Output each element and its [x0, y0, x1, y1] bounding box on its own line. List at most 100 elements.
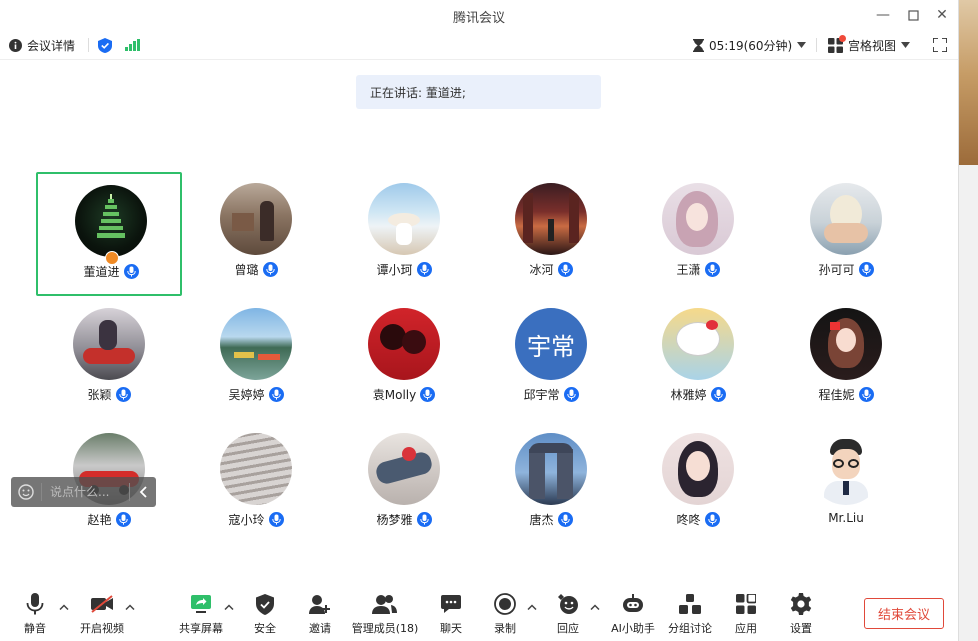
minimize-icon[interactable]: —: [873, 5, 893, 25]
glasses-man-avatar: [810, 433, 882, 505]
security-label: 安全: [254, 622, 276, 635]
security-button[interactable]: 安全: [235, 591, 295, 636]
participant-tile[interactable]: 袁Molly: [331, 297, 477, 421]
microphone-status-icon: [704, 512, 720, 527]
timer-text: 05:19(60分钟): [709, 38, 793, 53]
participant-tile[interactable]: 冰河: [478, 172, 624, 296]
record-label: 录制: [494, 622, 516, 635]
participant-name: 邱宇常: [523, 388, 560, 402]
microphone-icon: [26, 591, 44, 617]
participant-tile[interactable]: 林雅婷: [625, 297, 771, 421]
participant-tile[interactable]: 王潇: [625, 172, 771, 296]
record-options-chevron-icon[interactable]: [526, 601, 538, 613]
mute-button[interactable]: 静音: [5, 591, 65, 636]
participant-tile[interactable]: 寇小玲: [183, 422, 329, 546]
share-options-chevron-icon[interactable]: [223, 601, 235, 613]
divider: [88, 38, 89, 52]
participant-tile[interactable]: 杨梦雅: [331, 422, 477, 546]
arch-gate-avatar: [515, 433, 587, 505]
record-button[interactable]: 录制: [475, 591, 535, 636]
members-icon: [372, 591, 398, 617]
participant-tile[interactable]: 曾璐: [183, 172, 329, 296]
participant-tile[interactable]: 宇常 邱宇常: [478, 297, 624, 421]
microphone-status-icon: [262, 262, 278, 277]
participant-name-row: 杨梦雅: [331, 511, 477, 528]
meeting-info-button[interactable]: 会议详情: [9, 30, 75, 60]
fullscreen-icon[interactable]: [933, 30, 947, 60]
breakout-icon: [679, 591, 701, 617]
microphone-status-icon: [115, 387, 131, 402]
participant-tile[interactable]: Mr.Liu: [773, 422, 919, 546]
reactions-options-chevron-icon[interactable]: [589, 601, 601, 613]
close-icon[interactable]: ✕: [932, 5, 952, 25]
chat-label: 聊天: [440, 622, 462, 635]
microphone-status-icon: [115, 512, 131, 527]
chat-button[interactable]: 聊天: [421, 591, 481, 636]
video-label: 开启视频: [80, 622, 124, 635]
participant-tile[interactable]: 张颖: [36, 297, 182, 421]
anime-girl-avatar: [662, 183, 734, 255]
cartoon-girl-avatar: [810, 308, 882, 380]
end-meeting-button[interactable]: 结束会议: [864, 598, 944, 629]
participant-name: 赵艳: [87, 513, 112, 527]
meeting-timer[interactable]: 05:19(60分钟): [693, 30, 807, 60]
participant-name-row: 曾璐: [183, 261, 329, 278]
microphone-status-icon: [710, 387, 726, 402]
microphone-status-icon: [557, 262, 573, 277]
active-speaker-banner: 正在讲话: 董道进;: [356, 75, 601, 109]
motorbike-avatar: [73, 308, 145, 380]
participant-name: 冰河: [529, 263, 554, 277]
breakout-rooms-button[interactable]: 分组讨论: [660, 591, 720, 636]
signal-strength-icon[interactable]: [125, 30, 140, 60]
participant-name-row: 咚咚: [625, 511, 771, 528]
mute-options-chevron-icon[interactable]: [58, 601, 70, 613]
chevron-down-icon: [901, 42, 911, 48]
participant-name: Mr.Liu: [828, 511, 864, 525]
robot-icon: [621, 591, 645, 617]
reactions-button[interactable]: 回应: [538, 591, 598, 636]
maximize-icon[interactable]: [903, 5, 923, 25]
invite-button[interactable]: 邀请: [290, 591, 350, 636]
apps-label: 应用: [735, 622, 757, 635]
participant-tile[interactable]: 董道进: [36, 172, 182, 296]
chevron-down-icon: [797, 42, 807, 48]
microphone-status-icon: [557, 512, 573, 527]
apps-button[interactable]: 应用: [716, 591, 776, 636]
chat-quick-input[interactable]: 说点什么...: [11, 477, 156, 507]
participant-name-row: 冰河: [478, 261, 624, 278]
participant-tile[interactable]: 咚咚: [625, 422, 771, 546]
participant-name: 林雅婷: [670, 388, 707, 402]
window-title: 腾讯会议: [452, 11, 505, 26]
participant-name-row: 孙可可: [773, 261, 919, 278]
participant-tile[interactable]: 吴婷婷: [183, 297, 329, 421]
background-photo: [959, 0, 978, 165]
participant-name: 寇小玲: [228, 513, 265, 527]
settings-button[interactable]: 设置: [771, 591, 831, 636]
shield-check-icon[interactable]: [98, 30, 112, 60]
share-screen-button[interactable]: 共享屏幕: [171, 591, 231, 636]
video-options-chevron-icon[interactable]: [124, 601, 136, 613]
participant-tile[interactable]: 唐杰: [478, 422, 624, 546]
participant-name: 谭小珂: [376, 263, 413, 277]
microphone-status-icon: [268, 387, 284, 402]
flower-branch-avatar: [368, 433, 440, 505]
video-button[interactable]: 开启视频: [72, 591, 132, 636]
participant-name: 董道进: [83, 265, 120, 279]
emoji-icon[interactable]: [11, 484, 41, 500]
participant-tile[interactable]: 谭小珂: [331, 172, 477, 296]
ai-assistant-button[interactable]: AI小助手: [603, 591, 663, 636]
gear-icon: [790, 591, 812, 617]
microphone-status-icon: [123, 264, 139, 279]
collapse-chevron-icon[interactable]: [130, 486, 156, 498]
manage-members-button[interactable]: 管理成员(18): [352, 591, 418, 636]
chat-placeholder[interactable]: 说点什么...: [41, 483, 130, 501]
participant-tile[interactable]: 孙可可: [773, 172, 919, 296]
settings-label: 设置: [790, 622, 812, 635]
bottom-toolbar: 静音 开启视频 共享屏幕 安全 邀请 管理成员(18) 聊天 录制 回应 AI小…: [0, 585, 958, 641]
share-screen-label: 共享屏幕: [179, 622, 223, 635]
hourglass-icon: [693, 38, 704, 52]
grid-view-icon: [828, 34, 846, 53]
view-mode-button[interactable]: 宫格视图: [828, 30, 911, 60]
active-speaker-text: 正在讲话: 董道进;: [370, 85, 466, 100]
participant-tile[interactable]: 程佳妮: [773, 297, 919, 421]
